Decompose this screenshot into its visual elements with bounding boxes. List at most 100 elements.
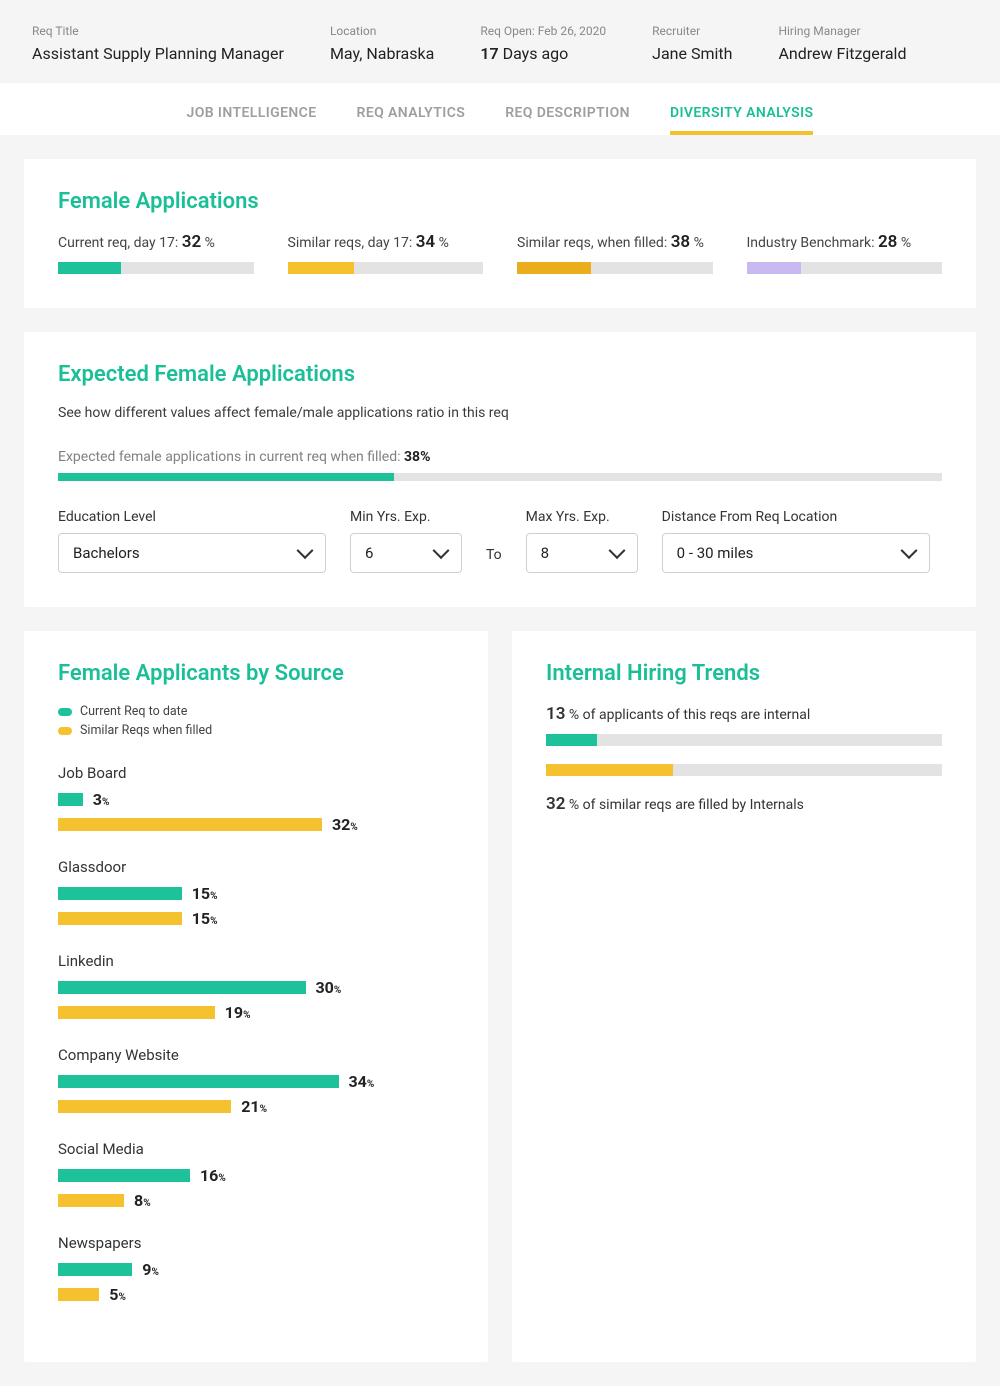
source-group: Linkedin 30% 19% bbox=[58, 952, 454, 1022]
fa-caption: Current req, day 17: 32 % bbox=[58, 232, 254, 252]
hdr-val-location: May, Nabraska bbox=[330, 44, 434, 63]
filter-distance: Distance From Req Location 0 - 30 miles bbox=[662, 509, 930, 573]
source-bar-row: 32% bbox=[58, 815, 454, 834]
source-name: Newspapers bbox=[58, 1234, 454, 1252]
ih-line-a: 13 % of applicants of this reqs are inte… bbox=[546, 704, 942, 724]
source-bar-row: 16% bbox=[58, 1166, 454, 1185]
select-max-exp[interactable]: 8 bbox=[526, 533, 638, 573]
source-group: Social Media 16% 8% bbox=[58, 1140, 454, 1210]
source-bar-value: 21% bbox=[241, 1097, 267, 1116]
fa-item-3: Industry Benchmark: 28 % bbox=[747, 232, 943, 274]
source-name: Linkedin bbox=[58, 952, 454, 970]
source-bar-row: 30% bbox=[58, 978, 454, 997]
hdr-req-open: Req Open: Feb 26, 2020 17 Days ago bbox=[480, 24, 606, 63]
legend-swatch bbox=[58, 727, 72, 735]
filter-min-exp-label: Min Yrs. Exp. bbox=[350, 509, 462, 525]
source-name: Job Board bbox=[58, 764, 454, 782]
filter-min-exp: Min Yrs. Exp. 6 bbox=[350, 509, 462, 573]
source-bar-row: 19% bbox=[58, 1003, 454, 1022]
ih-bar-b bbox=[546, 764, 942, 776]
tab-job-intelligence[interactable]: JOB INTELLIGENCE bbox=[187, 105, 317, 121]
hdr-recruiter: Recruiter Jane Smith bbox=[652, 24, 732, 63]
legend-swatch bbox=[58, 708, 72, 716]
select-min-exp[interactable]: 6 bbox=[350, 533, 462, 573]
legend-item-1: Similar Reqs when filled bbox=[58, 723, 454, 738]
select-education[interactable]: Bachelors bbox=[58, 533, 326, 573]
hdr-lbl-hiring-mgr: Hiring Manager bbox=[778, 24, 906, 38]
source-bar-value: 34% bbox=[349, 1072, 375, 1091]
card-sources: Female Applicants by Source Current Req … bbox=[24, 631, 488, 1362]
fa-item-2: Similar reqs, when filled: 38 % bbox=[517, 232, 713, 274]
fa-caption: Similar reqs, when filled: 38 % bbox=[517, 232, 713, 252]
ih-line-b: 32 % of similar reqs are filled by Inter… bbox=[546, 794, 942, 814]
card-exp-sub: See how different values affect female/m… bbox=[58, 405, 942, 421]
hdr-lbl-recruiter: Recruiter bbox=[652, 24, 732, 38]
source-bar-value: 9% bbox=[142, 1260, 159, 1279]
source-bar bbox=[58, 1288, 99, 1301]
source-bar-row: 8% bbox=[58, 1191, 454, 1210]
source-group: Glassdoor 15% 15% bbox=[58, 858, 454, 928]
source-bar-row: 34% bbox=[58, 1072, 454, 1091]
hdr-days-count: 17 bbox=[480, 44, 498, 63]
exp-bar bbox=[58, 473, 942, 481]
hdr-lbl-req-open: Req Open: Feb 26, 2020 bbox=[480, 24, 606, 38]
source-bar-row: 5% bbox=[58, 1285, 454, 1304]
source-name: Social Media bbox=[58, 1140, 454, 1158]
source-bar bbox=[58, 981, 306, 994]
hdr-hiring-mgr: Hiring Manager Andrew Fitzgerald bbox=[778, 24, 906, 63]
source-bar-value: 8% bbox=[134, 1191, 151, 1210]
tab-req-description[interactable]: REQ DESCRIPTION bbox=[505, 105, 630, 121]
hdr-lbl-req-title: Req Title bbox=[32, 24, 284, 38]
hdr-val-req-title: Assistant Supply Planning Manager bbox=[32, 44, 284, 63]
card-sources-title: Female Applicants by Source bbox=[58, 661, 454, 686]
fa-bar bbox=[288, 262, 484, 274]
source-bar-value: 30% bbox=[316, 978, 342, 997]
source-bar bbox=[58, 887, 182, 900]
source-bar bbox=[58, 1169, 190, 1182]
card-expected: Expected Female Applications See how dif… bbox=[24, 332, 976, 607]
tab-diversity-analysis[interactable]: DIVERSITY ANALYSIS bbox=[670, 105, 814, 121]
card-internal-hiring: Internal Hiring Trends 13 % of applicant… bbox=[512, 631, 976, 1362]
fa-bar bbox=[58, 262, 254, 274]
source-bar-row: 21% bbox=[58, 1097, 454, 1116]
source-bar-row: 15% bbox=[58, 884, 454, 903]
filter-to-label: To bbox=[486, 547, 502, 573]
card-exp-title: Expected Female Applications bbox=[58, 362, 942, 387]
source-bar-value: 16% bbox=[200, 1166, 226, 1185]
source-name: Glassdoor bbox=[58, 858, 454, 876]
tab-req-analytics[interactable]: REQ ANALYTICS bbox=[357, 105, 466, 121]
source-bar bbox=[58, 1263, 132, 1276]
source-group: Company Website 34% 21% bbox=[58, 1046, 454, 1116]
source-bar bbox=[58, 793, 83, 806]
fa-caption: Industry Benchmark: 28 % bbox=[747, 232, 943, 252]
fa-item-0: Current req, day 17: 32 % bbox=[58, 232, 254, 274]
source-bar-value: 5% bbox=[109, 1285, 126, 1304]
filter-distance-label: Distance From Req Location bbox=[662, 509, 930, 525]
source-bar bbox=[58, 1006, 215, 1019]
source-name: Company Website bbox=[58, 1046, 454, 1064]
card-female-applications: Female Applications Current req, day 17:… bbox=[24, 159, 976, 308]
source-bar-row: 9% bbox=[58, 1260, 454, 1279]
hdr-req-title: Req Title Assistant Supply Planning Mana… bbox=[32, 24, 284, 63]
hdr-val-recruiter: Jane Smith bbox=[652, 44, 732, 63]
source-bar-value: 32% bbox=[332, 815, 358, 834]
fa-bar bbox=[747, 262, 943, 274]
hdr-val-hiring-mgr: Andrew Fitzgerald bbox=[778, 44, 906, 63]
fa-item-1: Similar reqs, day 17: 34 % bbox=[288, 232, 484, 274]
source-bar-value: 19% bbox=[225, 1003, 251, 1022]
filter-max-exp-label: Max Yrs. Exp. bbox=[526, 509, 638, 525]
source-bar-row: 15% bbox=[58, 909, 454, 928]
filter-education-label: Education Level bbox=[58, 509, 326, 525]
legend-item-0: Current Req to date bbox=[58, 704, 454, 719]
exp-line: Expected female applications in current … bbox=[58, 449, 942, 465]
source-group: Job Board 3% 32% bbox=[58, 764, 454, 834]
source-bar bbox=[58, 1100, 231, 1113]
source-bar bbox=[58, 818, 322, 831]
source-bar bbox=[58, 1194, 124, 1207]
ih-bar-a bbox=[546, 734, 942, 746]
source-group: Newspapers 9% 5% bbox=[58, 1234, 454, 1304]
select-distance[interactable]: 0 - 30 miles bbox=[662, 533, 930, 573]
source-bar-value: 3% bbox=[93, 790, 110, 809]
fa-caption: Similar reqs, day 17: 34 % bbox=[288, 232, 484, 252]
hdr-val-req-open: 17 Days ago bbox=[480, 44, 606, 63]
